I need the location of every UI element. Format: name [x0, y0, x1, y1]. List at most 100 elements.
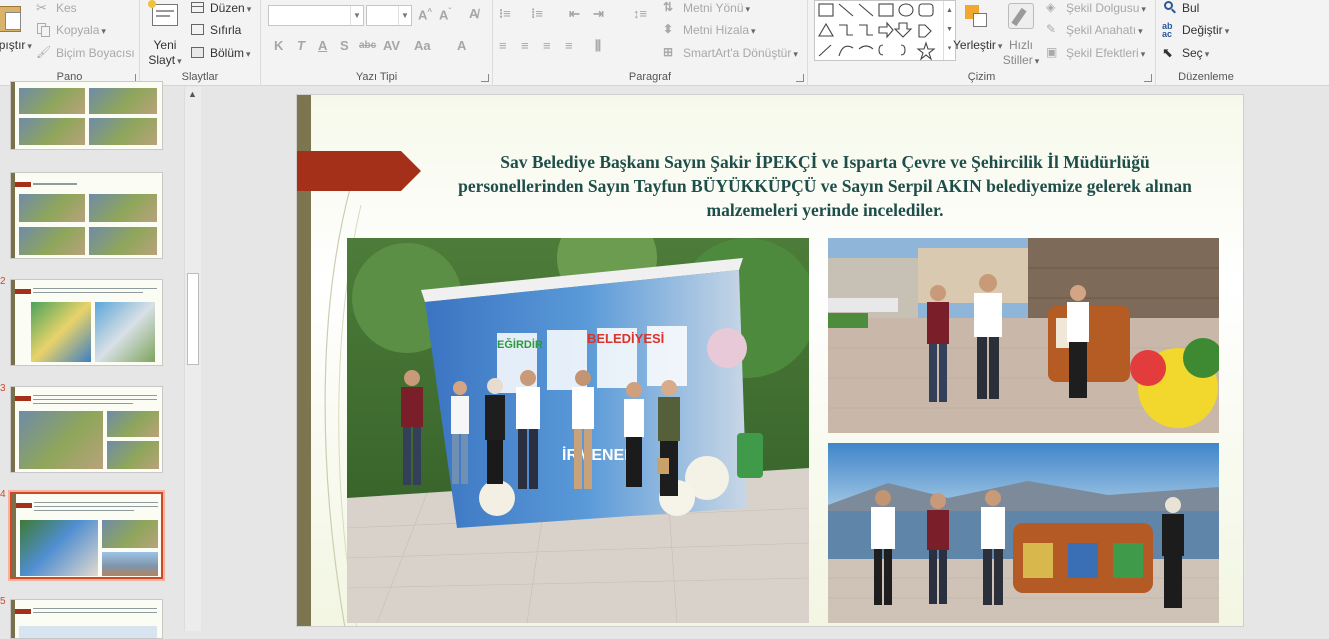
shape-outline-button[interactable]: ✎ Şekil Anahatı — [1046, 22, 1143, 38]
numbering-icon[interactable]: ⁞≡ — [531, 6, 543, 21]
shape-fill-button[interactable]: ◈ Şekil Dolgusu — [1046, 0, 1146, 16]
search-icon — [1162, 0, 1178, 16]
layout-button[interactable]: Düzen — [190, 0, 251, 16]
title-arrow-shape — [297, 151, 421, 191]
scroll-up-icon[interactable]: ▲ — [188, 89, 197, 99]
section-button[interactable]: Bölüm — [190, 45, 251, 61]
char-spacing-icon[interactable]: AV — [383, 38, 400, 53]
clear-format-icon[interactable]: A̸ — [469, 6, 478, 21]
font-name-combo[interactable]: ▼ — [268, 5, 364, 26]
find-label: Bul — [1182, 1, 1200, 15]
arrange-icon — [961, 2, 991, 32]
smartart-icon: ⊞ — [663, 45, 674, 59]
paste-button[interactable]: apıştır — [0, 2, 32, 54]
format-painter-button[interactable]: 🖌 Biçim Boyacısı — [36, 45, 135, 61]
format-painter-label: Biçim Boyacısı — [56, 46, 135, 60]
align-text-label: Metni Hizala — [683, 23, 756, 37]
slide-thumbnail[interactable] — [10, 599, 163, 639]
thumbnails-scrollbar[interactable]: ▲ — [184, 87, 201, 631]
align-left-icon[interactable]: ≡ — [499, 38, 507, 53]
align-center-icon[interactable]: ≡ — [521, 38, 529, 53]
cut-button[interactable]: ✂ Kes — [36, 0, 77, 16]
ribbon: apıştır ✂ Kes Kopyala 🖌 Biçim Boyacısı P… — [0, 0, 1329, 86]
quick-styles-label-2: Stiller — [1000, 53, 1042, 69]
arrow-shape — [15, 396, 31, 401]
photo-lakeside-bins[interactable] — [828, 443, 1219, 623]
clipboard-group: apıştır ✂ Kes Kopyala 🖌 Biçim Boyacısı P… — [0, 0, 140, 86]
new-slide-button[interactable]: Yeni Slayt — [146, 0, 184, 69]
copy-label: Kopyala — [56, 23, 106, 37]
shape-effects-button[interactable]: ▣ Şekil Efektleri — [1046, 45, 1145, 61]
decrease-indent-icon[interactable]: ⇤ — [569, 6, 580, 22]
sign-text-2: BELEDİYESİ — [587, 331, 664, 346]
align-text-button[interactable]: ⬍ Metni Hizala — [663, 22, 756, 38]
slide-title[interactable]: Sav Belediye Başkanı Sayın Şakir İPEKÇİ … — [445, 150, 1205, 222]
shape-effects-label: Şekil Efektleri — [1066, 46, 1145, 60]
paste-label: apıştır — [0, 38, 32, 52]
reset-icon — [190, 22, 206, 38]
photo-inspecting-waste-bin[interactable] — [828, 238, 1219, 433]
copy-button[interactable]: Kopyala — [36, 22, 106, 38]
font-color-icon[interactable]: A — [457, 38, 466, 53]
arrange-button[interactable]: Yerleştir — [953, 2, 999, 54]
slide-number: 4 — [0, 489, 6, 500]
slide-thumbnail[interactable] — [10, 172, 163, 259]
new-slide-label-2: Slayt — [146, 53, 184, 69]
drawing-launcher[interactable] — [1144, 74, 1152, 82]
section-icon — [190, 45, 206, 61]
slide-number: 5 — [0, 596, 6, 607]
italic-icon[interactable]: T — [297, 38, 305, 53]
slide-thumbnails-pane: 2 3 4 5 — [0, 81, 203, 639]
brush-icon: 🖌 — [36, 45, 52, 59]
replace-icon: ab ac — [1162, 21, 1173, 39]
copy-icon — [36, 22, 52, 38]
quick-styles-button[interactable]: Hızlı Stiller — [1000, 2, 1042, 69]
sign-text-1: EĞİRDİR — [497, 338, 543, 351]
replace-button[interactable]: ab ac Değiştir — [1162, 21, 1229, 39]
text-direction-button[interactable]: ⇅ Metni Yönü — [663, 0, 750, 16]
clipboard-icon — [0, 2, 27, 32]
change-case-icon[interactable]: Aa — [414, 38, 431, 53]
bold-icon[interactable]: K — [274, 38, 283, 53]
shape-fill-label: Şekil Dolgusu — [1066, 1, 1146, 15]
paragraph-launcher[interactable] — [796, 74, 804, 82]
font-size-combo[interactable]: ▼ — [366, 5, 412, 26]
shapes-icon — [818, 3, 936, 61]
slide-thumbnail[interactable] — [10, 386, 163, 473]
columns-icon[interactable]: ⫼ — [595, 38, 601, 54]
line-spacing-icon[interactable]: ↕≡ — [633, 6, 647, 21]
slide-thumbnail-selected[interactable] — [8, 490, 165, 581]
text-direction-icon: ⇅ — [663, 0, 674, 14]
text-direction-label: Metni Yönü — [683, 1, 750, 15]
select-button[interactable]: ⬉ Seç — [1162, 45, 1209, 61]
underline-icon[interactable]: A — [318, 38, 327, 53]
drawing-group-label: Çizim — [967, 71, 996, 83]
arrow-shape — [15, 182, 31, 187]
reset-label: Sıfırla — [210, 23, 242, 37]
grow-font-icon[interactable]: A^ — [418, 7, 432, 22]
shape-outline-label: Şekil Anahatı — [1066, 23, 1143, 37]
shrink-font-icon[interactable]: Aˇ — [439, 7, 451, 22]
increase-indent-icon[interactable]: ⇥ — [593, 6, 604, 22]
slide-canvas[interactable]: Sav Belediye Başkanı Sayın Şakir İPEKÇİ … — [296, 94, 1244, 627]
scrollbar-thumb[interactable] — [187, 273, 199, 365]
find-button[interactable]: Bul — [1162, 0, 1199, 16]
section-label: Bölüm — [210, 46, 251, 60]
slide-number: 3 — [0, 383, 6, 394]
editing-group: Bul abac Değiştir ⬉ Seç Düzenleme — [1156, 0, 1256, 86]
photo-group-recycling-station[interactable]: EĞİRDİR BELEDİYESİ İRMENER — [347, 238, 809, 623]
shadow-icon[interactable]: S — [340, 38, 349, 53]
replace-label: Değiştir — [1182, 23, 1229, 37]
slide-thumbnail[interactable] — [10, 279, 163, 366]
slide-thumbnail[interactable] — [10, 81, 163, 150]
shapes-gallery[interactable]: ▲ ▼ ▾ — [814, 0, 956, 61]
drawing-group: ▲▼▾ Yerleştir Hızlı Stiller ◈ Şekil Dolg… — [808, 0, 1156, 86]
reset-button[interactable]: Sıfırla — [190, 22, 241, 38]
strikethrough-icon[interactable]: abc — [359, 40, 376, 51]
justify-icon[interactable]: ≡ — [565, 38, 573, 53]
font-launcher[interactable] — [481, 74, 489, 82]
bullets-icon[interactable]: ⁝≡ — [499, 6, 511, 22]
font-group-label: Yazı Tipi — [355, 71, 398, 83]
smartart-button[interactable]: ⊞ SmartArt'a Dönüştür — [663, 45, 798, 61]
align-right-icon[interactable]: ≡ — [543, 38, 551, 53]
